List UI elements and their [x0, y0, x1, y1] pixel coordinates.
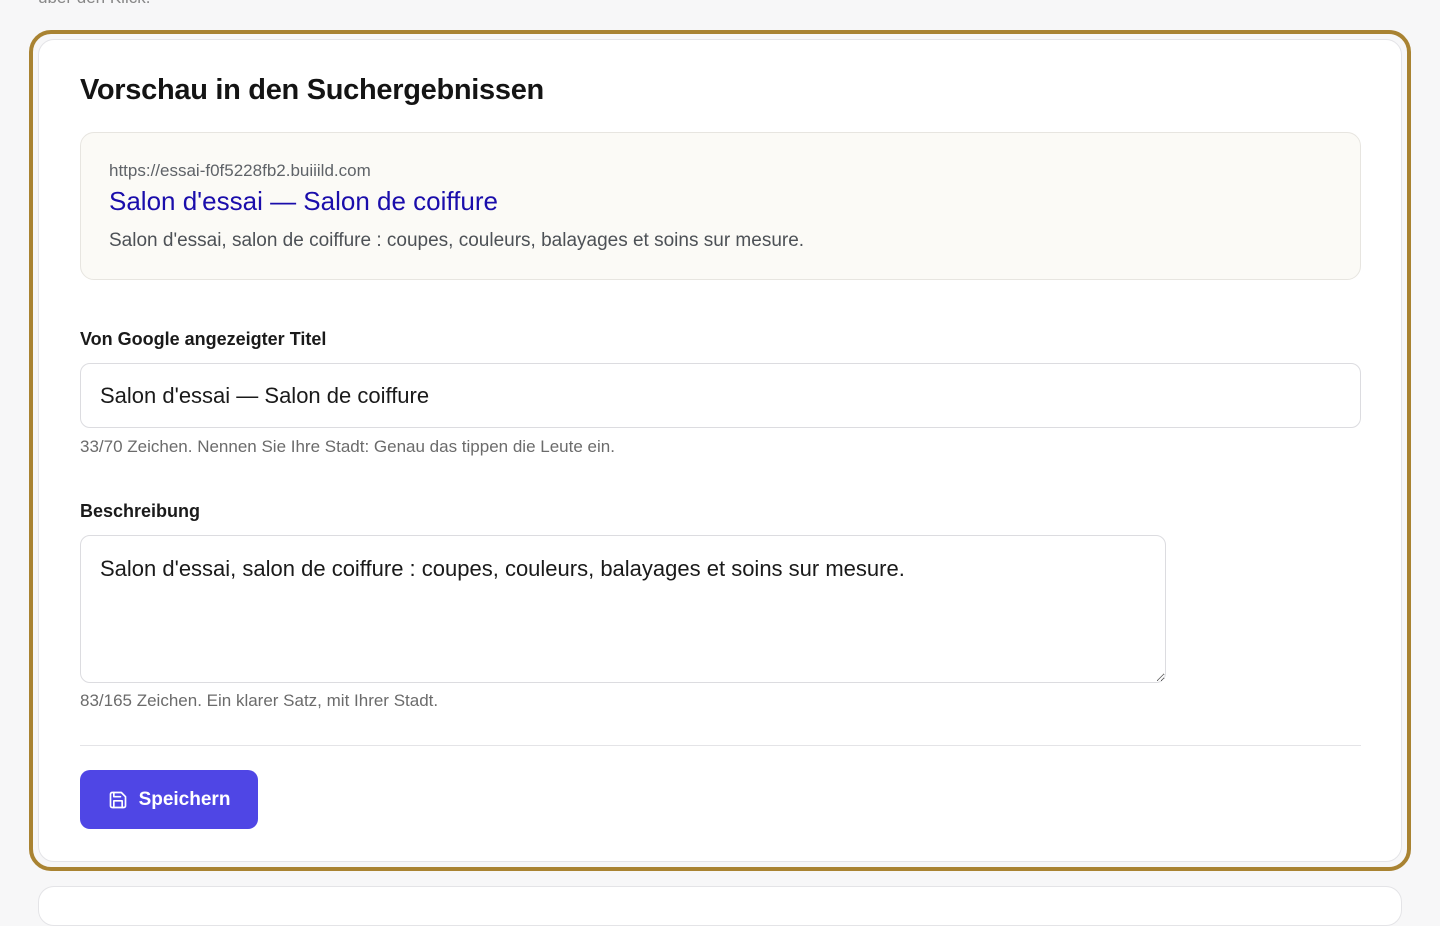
- divider: [80, 745, 1361, 746]
- title-input[interactable]: [80, 363, 1361, 428]
- preview-title: Salon d'essai — Salon de coiffure: [109, 186, 498, 216]
- title-hint: 33/70 Zeichen. Nennen Sie Ihre Stadt: Ge…: [80, 437, 615, 456]
- description-hint: 83/165 Zeichen. Ein klarer Satz, mit Ihr…: [80, 691, 439, 710]
- preview-description: Salon d'essai, salon de coiffure : coupe…: [109, 230, 805, 251]
- save-icon: [108, 790, 128, 810]
- description-textarea[interactable]: Salon d'essai, salon de coiffure : coupe…: [80, 535, 1166, 683]
- title-field-label: Von Google angezeigter Titel: [80, 329, 327, 349]
- previous-section-text: über den Klick.: [38, 0, 150, 8]
- description-field-label: Beschreibung: [80, 501, 201, 521]
- search-result-preview: https://essai-f0f5228fb2.buiiild.com Sal…: [80, 132, 1361, 280]
- seo-preview-card: Vorschau in den Suchergebnissen https://…: [38, 39, 1402, 862]
- card-title: Vorschau in den Suchergebnissen: [80, 74, 544, 106]
- next-card: [38, 886, 1402, 926]
- preview-url: https://essai-f0f5228fb2.buiiild.com: [109, 161, 371, 180]
- save-button[interactable]: Speichern: [80, 770, 258, 829]
- save-button-label: Speichern: [138, 788, 231, 810]
